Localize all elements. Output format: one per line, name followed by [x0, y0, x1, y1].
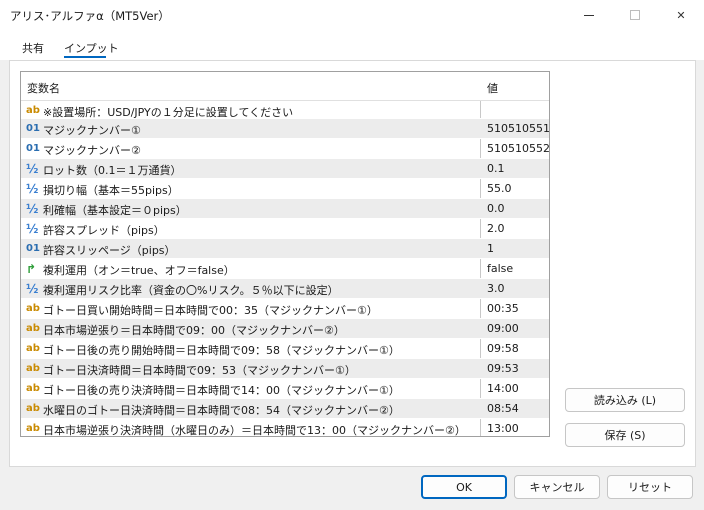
- header-value[interactable]: 値: [487, 80, 498, 96]
- variable-name-cell: 日本市場逆張り＝日本時間で09：00（マジックナンバー②）: [43, 324, 345, 337]
- double-type-icon: ½: [26, 222, 39, 236]
- window-title: アリス･アルファα（MT5Ver）: [10, 9, 170, 23]
- maximize-button[interactable]: [612, 0, 658, 30]
- value-cell[interactable]: false: [487, 262, 513, 275]
- value-cell[interactable]: 2.0: [487, 222, 505, 235]
- string-type-icon: ab: [26, 323, 40, 334]
- value-cell[interactable]: 3.0: [487, 282, 505, 295]
- table-row[interactable]: ½ 利確幅（基本設定＝０pips） 0.0: [21, 199, 549, 219]
- variable-name-cell: 許容スプレッド（pips）: [43, 224, 165, 237]
- double-type-icon: ½: [26, 202, 39, 216]
- variable-name-cell: 損切り幅（基本＝55pips）: [43, 184, 179, 197]
- tab-common[interactable]: 共有: [22, 40, 44, 56]
- variable-name-cell: ゴトー日買い開始時間＝日本時間で00：35（マジックナンバー①）: [43, 304, 378, 317]
- parameters-grid[interactable]: 変数名 値 ab ※設置場所：USD/JPYの１分足に設置してください 01 マジック…: [20, 71, 550, 437]
- string-type-icon: ab: [26, 105, 40, 116]
- table-row[interactable]: ab ゴトー日買い開始時間＝日本時間で00：35（マジックナンバー①） 00:35: [21, 299, 549, 319]
- table-row[interactable]: ½ ロット数（0.1＝１万通貨） 0.1: [21, 159, 549, 179]
- integer-type-icon: 01: [26, 143, 40, 154]
- string-type-icon: ab: [26, 343, 40, 354]
- value-cell[interactable]: 09:53: [487, 362, 519, 375]
- value-cell[interactable]: 0.0: [487, 202, 505, 215]
- variable-name-cell: 利確幅（基本設定＝０pips）: [43, 204, 187, 217]
- reset-button[interactable]: リセット: [607, 475, 693, 499]
- table-row[interactable]: ½ 損切り幅（基本＝55pips） 55.0: [21, 179, 549, 199]
- maximize-icon: [630, 10, 640, 20]
- table-row[interactable]: 01 マジックナンバー② 510510552: [21, 139, 549, 159]
- string-type-icon: ab: [26, 383, 40, 394]
- string-type-icon: ab: [26, 423, 40, 434]
- value-cell[interactable]: 09:58: [487, 342, 519, 355]
- table-row[interactable]: ab ゴトー日後の売り開始時間＝日本時間で09：58（マジックナンバー①） 09:5…: [21, 339, 549, 359]
- tab-bar: 共有 インプット: [0, 30, 704, 60]
- table-row[interactable]: ab 水曜日のゴトー日決済時間＝日本時間で08：54（マジックナンバー②） 08:5…: [21, 399, 549, 419]
- value-cell[interactable]: 1: [487, 242, 494, 255]
- integer-type-icon: 01: [26, 123, 40, 134]
- title-bar: アリス･アルファα（MT5Ver） ✕: [0, 0, 704, 30]
- table-row[interactable]: ab ゴトー日後の売り決済時間＝日本時間で14：00（マジックナンバー①） 14:0…: [21, 379, 549, 399]
- load-button[interactable]: 読み込み (L): [565, 388, 685, 412]
- value-cell[interactable]: 14:00: [487, 382, 519, 395]
- variable-name-cell: 複利運用（オン＝true、オフ＝false）: [43, 264, 235, 277]
- integer-type-icon: 01: [26, 243, 40, 254]
- tab-inputs[interactable]: インプット: [64, 40, 119, 56]
- table-row[interactable]: 01 許容スリッページ（pips） 1: [21, 239, 549, 259]
- boolean-type-icon: ↱: [26, 262, 37, 276]
- double-type-icon: ½: [26, 162, 39, 176]
- variable-name-cell: ロット数（0.1＝１万通貨）: [43, 164, 182, 177]
- double-type-icon: ½: [26, 182, 39, 196]
- save-button[interactable]: 保存 (S): [565, 423, 685, 447]
- value-cell[interactable]: 09:00: [487, 322, 519, 335]
- grid-rows: ab ※設置場所：USD/JPYの１分足に設置してください 01 マジックナンバー① 5…: [21, 101, 549, 437]
- cancel-button[interactable]: キャンセル: [514, 475, 600, 499]
- table-row[interactable]: 01 マジックナンバー① 510510551: [21, 119, 549, 139]
- ok-button[interactable]: OK: [421, 475, 507, 499]
- table-row[interactable]: ↱ 複利運用（オン＝true、オフ＝false） false: [21, 259, 549, 279]
- string-type-icon: ab: [26, 303, 40, 314]
- grid-header: 変数名 値: [21, 72, 549, 101]
- value-cell[interactable]: 55.0: [487, 182, 512, 195]
- value-cell[interactable]: 13:00: [487, 422, 519, 435]
- value-cell[interactable]: 00:35: [487, 302, 519, 315]
- variable-name-cell: 許容スリッページ（pips）: [43, 244, 176, 257]
- table-row[interactable]: ½ 許容スプレッド（pips） 2.0: [21, 219, 549, 239]
- string-type-icon: ab: [26, 403, 40, 414]
- header-variable-name[interactable]: 変数名: [27, 80, 60, 96]
- variable-name-cell: ゴトー日決済時間＝日本時間で09：53（マジックナンバー①）: [43, 364, 356, 377]
- variable-name-cell: ゴトー日後の売り決済時間＝日本時間で14：00（マジックナンバー①）: [43, 384, 400, 397]
- variable-name-cell: 日本市場逆張り決済時間（水曜日のみ）＝日本時間で13：00（マジックナンバー②）: [43, 424, 466, 437]
- value-cell[interactable]: 510510551: [487, 122, 549, 135]
- variable-name-cell: ※設置場所：USD/JPYの１分足に設置してください: [43, 106, 294, 119]
- string-type-icon: ab: [26, 363, 40, 374]
- minimize-icon: [584, 14, 594, 16]
- value-cell[interactable]: 0.1: [487, 162, 505, 175]
- variable-name-cell: ゴトー日後の売り開始時間＝日本時間で09：58（マジックナンバー①）: [43, 344, 400, 357]
- variable-name-cell: 水曜日のゴトー日決済時間＝日本時間で08：54（マジックナンバー②）: [43, 404, 400, 417]
- value-cell[interactable]: 08:54: [487, 402, 519, 415]
- table-row[interactable]: ab 日本市場逆張り決済時間（水曜日のみ）＝日本時間で13：00（マジックナンバー…: [21, 419, 549, 437]
- table-row[interactable]: ab ※設置場所：USD/JPYの１分足に設置してください: [21, 101, 549, 119]
- active-tab-indicator: [64, 56, 106, 58]
- variable-name-cell: マジックナンバー②: [43, 144, 141, 157]
- table-row[interactable]: ab ゴトー日決済時間＝日本時間で09：53（マジックナンバー①） 09:53: [21, 359, 549, 379]
- close-icon: ✕: [676, 8, 686, 22]
- table-row[interactable]: ½ 複利運用リスク比率（資金の〇%リスク。５％以下に設定） 3.0: [21, 279, 549, 299]
- value-cell[interactable]: 510510552: [487, 142, 549, 155]
- minimize-button[interactable]: [566, 0, 612, 30]
- table-row[interactable]: ab 日本市場逆張り＝日本時間で09：00（マジックナンバー②） 09:00: [21, 319, 549, 339]
- variable-name-cell: 複利運用リスク比率（資金の〇%リスク。５％以下に設定）: [43, 284, 339, 297]
- variable-name-cell: マジックナンバー①: [43, 124, 141, 137]
- close-button[interactable]: ✕: [658, 0, 704, 30]
- double-type-icon: ½: [26, 282, 39, 296]
